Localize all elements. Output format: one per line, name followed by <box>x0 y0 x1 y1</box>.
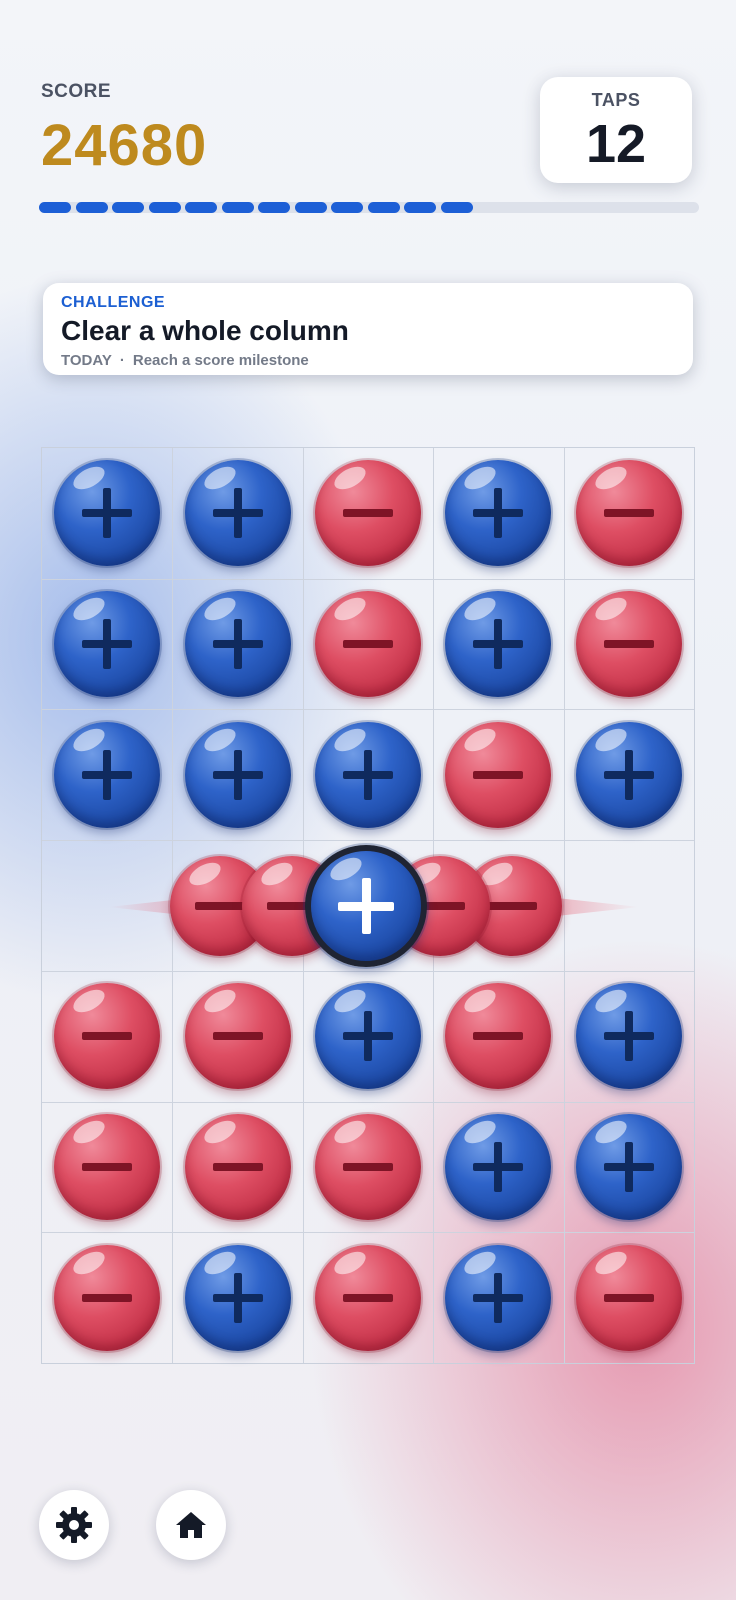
plus-icon-vertical <box>103 749 112 800</box>
progress-segment <box>404 202 436 213</box>
plus-icon-vertical <box>624 1141 633 1192</box>
plus-ball[interactable] <box>184 1244 291 1351</box>
minus-icon <box>473 770 524 779</box>
minus-icon <box>343 509 393 518</box>
progress-segment <box>112 202 144 213</box>
minus-icon <box>82 1162 133 1171</box>
home-button[interactable] <box>156 1490 226 1560</box>
minus-icon <box>212 1162 263 1171</box>
grid-line <box>42 970 694 972</box>
minus-ball[interactable] <box>315 1113 421 1220</box>
challenge-subtitle-row: TODAY · Reach a score milestone <box>61 352 309 369</box>
plus-ball[interactable] <box>575 983 682 1090</box>
plus-ball[interactable] <box>54 721 161 828</box>
plus-icon-vertical <box>361 878 371 934</box>
minus-ball[interactable] <box>445 983 552 1090</box>
minus-ball[interactable] <box>54 983 161 1090</box>
progress-segment <box>39 202 71 213</box>
grid-line <box>42 1101 694 1103</box>
plus-ball[interactable] <box>445 1113 552 1220</box>
progress-segment <box>75 202 108 213</box>
plus-icon-vertical <box>103 619 112 670</box>
minus-icon <box>343 1162 393 1171</box>
plus-icon-vertical <box>364 749 372 800</box>
challenge-subtitle: Reach a score milestone <box>132 352 309 369</box>
plus-icon-vertical <box>233 749 242 800</box>
plus-icon-vertical <box>494 488 503 539</box>
grid-line <box>42 840 694 842</box>
challenge-card[interactable]: CHALLENGE Clear a whole column TODAY · Rea… <box>43 283 693 375</box>
plus-ball[interactable] <box>315 983 421 1090</box>
minus-icon <box>212 1032 263 1041</box>
plus-icon-vertical <box>494 1272 503 1323</box>
plus-icon-vertical <box>624 1011 633 1062</box>
plus-ball[interactable] <box>184 721 291 828</box>
minus-icon <box>343 640 393 649</box>
challenge-tag: CHALLENGE <box>61 294 166 311</box>
minus-ball[interactable] <box>445 721 552 828</box>
score-value: 24680 <box>41 113 208 178</box>
challenge-title: Clear a whole column <box>61 315 349 346</box>
minus-icon <box>82 1032 133 1041</box>
minus-icon <box>343 1293 393 1302</box>
plus-icon-vertical <box>103 488 112 539</box>
plus-ball[interactable] <box>315 721 421 828</box>
minus-ball[interactable] <box>575 1244 682 1351</box>
home-icon <box>176 1512 206 1538</box>
minus-icon <box>603 1293 654 1302</box>
settings-button[interactable] <box>39 1490 109 1560</box>
taps-value: 12 <box>585 114 647 174</box>
challenge-separator: · <box>119 352 125 369</box>
progress-bar <box>39 202 699 213</box>
plus-ball[interactable] <box>445 1244 552 1351</box>
minus-ball[interactable] <box>315 591 421 698</box>
minus-icon <box>473 1032 524 1041</box>
plus-icon-vertical <box>494 619 503 670</box>
plus-icon-vertical <box>624 749 633 800</box>
plus-ball[interactable] <box>575 1113 682 1220</box>
plus-ball[interactable] <box>184 460 291 567</box>
minus-ball[interactable] <box>315 460 421 567</box>
plus-ball[interactable] <box>54 460 161 567</box>
minus-icon <box>82 1293 133 1302</box>
progress-segment <box>367 202 400 213</box>
progress-segment <box>258 202 290 213</box>
plus-icon-vertical <box>233 1272 242 1323</box>
progress-segment <box>185 202 217 213</box>
minus-icon <box>603 640 654 649</box>
minus-ball[interactable] <box>315 1244 421 1351</box>
plus-ball[interactable] <box>445 460 552 567</box>
plus-icon-vertical <box>233 619 242 670</box>
challenge-period: TODAY <box>61 352 112 369</box>
minus-ball[interactable] <box>575 591 682 698</box>
plus-ball[interactable] <box>575 721 682 828</box>
progress-segment <box>440 202 473 213</box>
minus-ball[interactable] <box>54 1244 161 1351</box>
plus-ball[interactable] <box>445 591 552 698</box>
minus-icon <box>195 902 245 910</box>
progress-segment <box>148 202 181 213</box>
plus-ball[interactable] <box>305 845 427 967</box>
taps-card: TAPS 12 <box>540 77 692 183</box>
minus-ball[interactable] <box>184 983 291 1090</box>
grid-line <box>42 709 694 711</box>
plus-ball[interactable] <box>54 591 161 698</box>
minus-ball[interactable] <box>184 1113 291 1220</box>
taps-label: TAPS <box>591 90 641 110</box>
score-label: SCORE <box>41 81 112 102</box>
plus-ball[interactable] <box>184 591 291 698</box>
progress-segment <box>221 202 254 213</box>
minus-ball[interactable] <box>575 460 682 567</box>
grid-line <box>42 578 694 580</box>
minus-ball[interactable] <box>54 1113 161 1220</box>
gear-icon <box>56 1507 92 1543</box>
plus-icon-vertical <box>494 1141 503 1192</box>
plus-icon-vertical <box>364 1011 372 1062</box>
progress-segment <box>331 202 363 213</box>
minus-icon <box>487 902 537 910</box>
minus-icon <box>603 509 654 518</box>
grid-line <box>42 1232 694 1234</box>
plus-icon-vertical <box>233 488 242 539</box>
progress-segment <box>294 202 327 213</box>
